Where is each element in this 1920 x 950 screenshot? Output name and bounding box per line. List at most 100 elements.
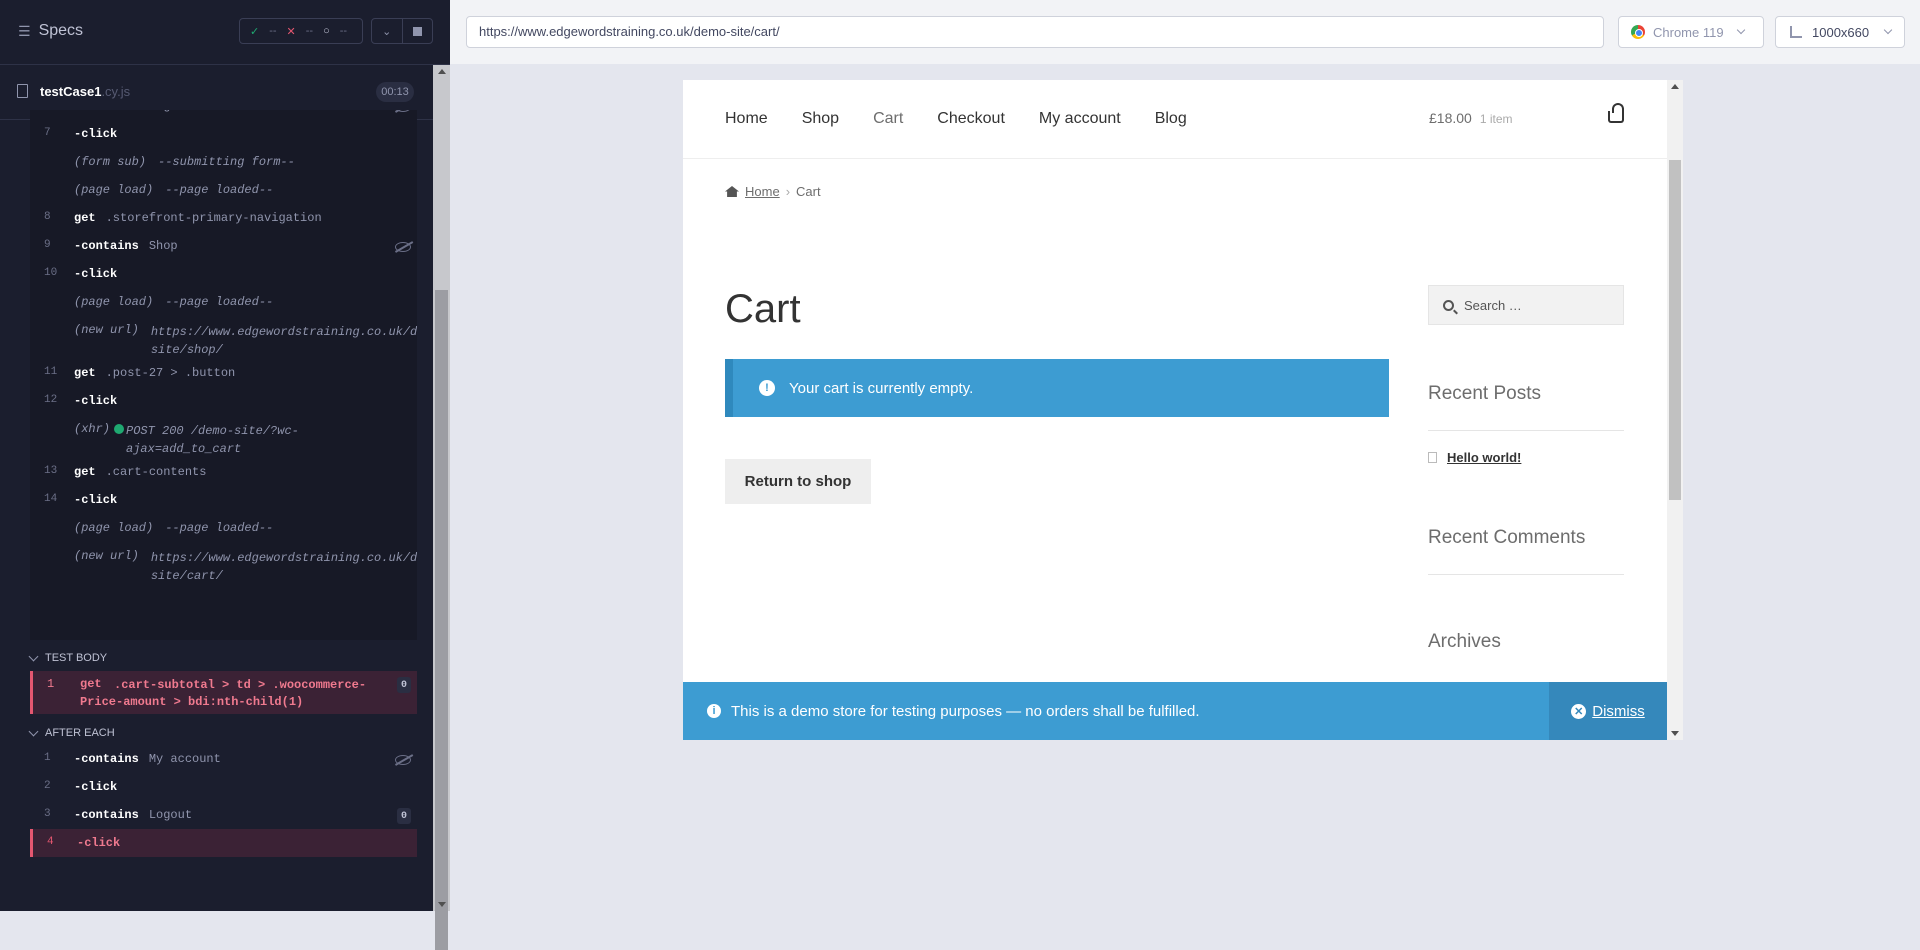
command-row[interactable]: 4 -click — [30, 829, 417, 857]
after-each-section[interactable]: AFTER EACH — [28, 726, 115, 739]
stop-button[interactable] — [401, 19, 433, 43]
hidden-eye-icon — [395, 755, 411, 765]
command-name: (new url) — [74, 323, 139, 337]
command-name: (new url) — [74, 549, 139, 563]
return-to-shop-button[interactable]: Return to shop — [725, 459, 871, 504]
chrome-icon — [1631, 25, 1645, 39]
scrollbar-thumb[interactable] — [435, 290, 448, 950]
scroll-down-icon[interactable] — [1671, 731, 1679, 736]
command-number: 6 — [30, 110, 74, 111]
hello-world-link[interactable]: Hello world! — [1447, 450, 1521, 465]
event-row[interactable]: (page load) --page loaded-- — [30, 514, 417, 542]
chevron-down-icon[interactable]: ⌄ — [372, 19, 402, 43]
nav-checkout[interactable]: Checkout — [937, 110, 1005, 128]
scroll-up-icon[interactable] — [438, 69, 446, 74]
event-row[interactable]: (new url) https://www.edgewordstraining.c… — [30, 542, 417, 585]
nav-shop[interactable]: Shop — [802, 110, 839, 128]
command-message: --page loaded-- — [165, 521, 274, 535]
command-name: (page load) — [74, 521, 154, 535]
test-body-section[interactable]: TEST BODY — [28, 651, 107, 664]
document-icon — [1428, 452, 1437, 463]
event-row[interactable]: (page load) --page loaded-- — [30, 288, 417, 316]
document-icon — [17, 84, 28, 98]
command-row[interactable]: 11 get .post-27 > .button — [30, 359, 417, 387]
command-number: 11 — [44, 366, 58, 378]
command-number: 1 — [47, 677, 55, 691]
command-number: 7 — [44, 127, 51, 139]
command-name: -click — [74, 127, 118, 141]
basket-icon[interactable] — [1608, 103, 1624, 123]
command-name: -contains — [74, 752, 139, 766]
header-cart[interactable]: £18.00 1 item — [1429, 110, 1513, 126]
command-name: -click — [74, 267, 118, 281]
command-row[interactable]: 1 -contains My account — [30, 745, 417, 773]
spec-file-name[interactable]: testCase1.cy.js — [40, 84, 130, 99]
scroll-down-icon[interactable] — [438, 902, 446, 907]
dismiss-button[interactable]: ✕ Dismiss — [1549, 682, 1667, 740]
count-badge: 0 — [397, 808, 411, 824]
passed-icon: ✓ — [250, 25, 260, 38]
failed-command-row[interactable]: 1 get .cart-subtotal > td > .woocommerce… — [30, 671, 417, 714]
command-row[interactable]: 12 -click — [30, 387, 417, 415]
command-name: -click — [74, 780, 118, 794]
command-number: 1 — [44, 752, 51, 764]
nav-home[interactable]: Home — [725, 110, 768, 128]
url-bar[interactable]: https://www.edgewordstraining.co.uk/demo… — [466, 16, 1604, 48]
browser-selector[interactable]: Chrome 119 — [1618, 16, 1764, 48]
search-field[interactable]: Search … — [1428, 285, 1624, 325]
info-icon: i — [707, 704, 721, 718]
command-name: get — [74, 465, 96, 479]
home-icon — [725, 186, 739, 197]
specs-toggle[interactable]: ☰ Specs — [18, 22, 83, 40]
command-row[interactable]: 9 -contains Shop — [30, 232, 417, 260]
page-title: Cart — [725, 287, 801, 331]
command-number: 8 — [44, 211, 51, 223]
command-message: https://www.edgewordstraining.co.uk/demo… — [150, 325, 417, 357]
search-icon — [1443, 299, 1454, 311]
command-name: -click — [77, 836, 121, 850]
failed-icon: ✕ — [286, 25, 296, 38]
event-row[interactable]: (new url) https://www.edgewordstraining.c… — [30, 316, 417, 359]
scroll-up-icon[interactable] — [1671, 84, 1679, 89]
command-row[interactable]: 10 -click — [30, 260, 417, 288]
command-message: My account — [148, 752, 221, 766]
command-message: https://www.edgewordstraining.co.uk/demo… — [150, 551, 417, 583]
event-row[interactable]: (xhr) POST 200 /demo-site/?wc-ajax=add_to… — [30, 415, 417, 458]
after-each-label: AFTER EACH — [45, 727, 115, 739]
event-row[interactable]: (form sub) --submitting form-- — [30, 148, 417, 176]
command-message: .cart-contents — [105, 465, 207, 479]
command-row[interactable]: 7 -click — [30, 120, 417, 148]
command-message: --submitting form-- — [158, 155, 295, 169]
aut-scrollbar[interactable] — [1667, 80, 1683, 740]
nav-blog[interactable]: Blog — [1155, 110, 1187, 128]
command-row[interactable]: 6-contains Log in — [30, 110, 417, 120]
after-each-commands: 1 -contains My account 2 -click 3 -contains Log… — [30, 745, 417, 857]
browser-name: Chrome 119 — [1653, 24, 1724, 40]
command-number: 4 — [47, 836, 54, 848]
command-number: 12 — [44, 394, 58, 406]
breadcrumb-home[interactable]: Home — [745, 184, 780, 199]
info-icon: ! — [759, 380, 775, 396]
reporter-scrollbar[interactable] — [433, 65, 450, 950]
nav-my-account[interactable]: My account — [1039, 110, 1121, 128]
cart-empty-notice: ! Your cart is currently empty. — [725, 359, 1389, 417]
cart-count: 1 item — [1479, 112, 1513, 126]
widget-recent-comments: Recent Comments — [1428, 527, 1586, 548]
chevron-down-icon — [28, 726, 39, 737]
chevron-down-icon — [28, 651, 39, 662]
command-name: (form sub) — [74, 155, 147, 169]
command-message: Logout — [148, 808, 193, 822]
command-row[interactable]: 2 -click — [30, 773, 417, 801]
widget-archives: Archives — [1428, 631, 1501, 652]
event-row[interactable]: (page load) --page loaded-- — [30, 176, 417, 204]
breadcrumb-current: Cart — [796, 184, 821, 199]
nav-cart[interactable]: Cart — [873, 110, 903, 128]
viewport-selector[interactable]: 1000x660 — [1775, 16, 1905, 48]
command-row[interactable]: 13 get .cart-contents — [30, 458, 417, 486]
command-name: (xhr) — [74, 422, 111, 436]
command-number: 14 — [44, 493, 58, 505]
command-row[interactable]: 8 get .storefront-primary-navigation — [30, 204, 417, 232]
command-row[interactable]: 14 -click — [30, 486, 417, 514]
scrollbar-thumb[interactable] — [1669, 160, 1681, 500]
command-row[interactable]: 3 -contains Logout 0 — [30, 801, 417, 829]
